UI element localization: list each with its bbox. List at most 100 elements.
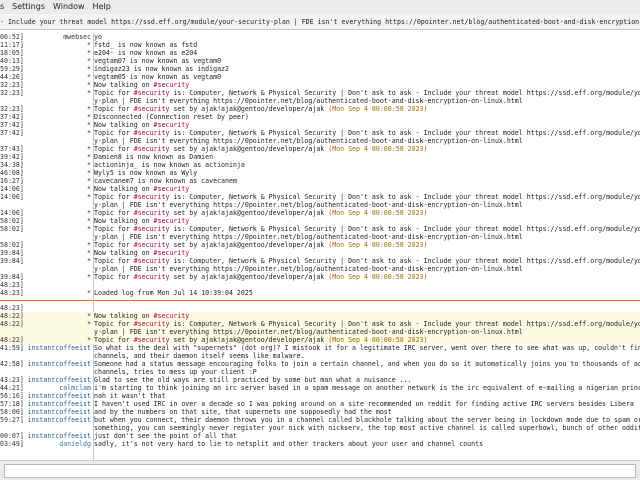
- nick-label[interactable]: calmclam: [25, 384, 91, 392]
- message-text: channels, tries to mess up your client :…: [94, 368, 640, 376]
- nick-label[interactable]: mwebsec: [25, 33, 91, 41]
- timestamp: 40:13]: [0, 57, 23, 65]
- chat-log[interactable]: 06:52] mwebsec yo 11:17] * fstd_ is now known…: [0, 33, 640, 460]
- menu-item-window[interactable]: Window: [49, 0, 89, 14]
- message-text-part: set by ajak!ajak@gentoo/developer/ajak: [169, 145, 329, 153]
- message-text: channels, and their daemon itself seems …: [94, 352, 640, 360]
- message-text: y-plan | FDE isn't everything https://0p…: [94, 201, 640, 209]
- system-marker: *: [87, 209, 91, 217]
- timestamp: 41:59]: [0, 344, 23, 352]
- chat-line: 39:84] * Topic for #security is: Computer,…: [0, 257, 640, 265]
- message-text-part: y-plan | FDE isn't everything https://0p…: [94, 265, 523, 273]
- nick-label[interactable]: instantcoffeeist: [25, 400, 91, 408]
- chat-line: y-plan | FDE isn't everything https://0p…: [0, 137, 640, 145]
- chat-line: 57:18] instantcoffeeist I haven't used IRC…: [0, 400, 640, 408]
- channel-name: #security: [133, 336, 170, 344]
- timestamp: 37:43]: [0, 145, 23, 153]
- message-input[interactable]: [4, 464, 636, 478]
- nick-label[interactable]: instantcoffeeist: [25, 376, 91, 384]
- message-text: Glad to see the old ways are still pract…: [94, 376, 640, 384]
- channel-name: #security: [153, 312, 190, 320]
- message-text-part: fstd_ is now known as fstd: [94, 41, 198, 49]
- message-text-part: Loaded log from Mon Jul 14 10:39:04 2025: [94, 289, 253, 297]
- chat-line: channels, tries to mess up your client :…: [0, 368, 640, 376]
- message-text: vegtam07 is now known as vegtam0: [94, 57, 640, 65]
- channel-name: #security: [133, 145, 170, 153]
- message-text-part: y-plan | FDE isn't everything https://0p…: [94, 137, 523, 145]
- menu-item-help[interactable]: Help: [89, 0, 115, 14]
- message-text-part: is: Computer, Network & Physical Securit…: [169, 225, 640, 233]
- message-text-part: is: Computer, Network & Physical Securit…: [169, 320, 640, 328]
- nick-label[interactable]: instantcoffeeist: [25, 432, 91, 440]
- channel-name: #security: [133, 273, 170, 281]
- message-text-part: Topic for: [94, 193, 134, 201]
- timestamp: 14:06]: [0, 185, 23, 193]
- message-text: Topic for #security set by ajak!ajak@gen…: [94, 241, 640, 249]
- message-text: Topic for #security set by ajak!ajak@gen…: [94, 145, 640, 153]
- timestamp: 32:23]: [0, 81, 23, 89]
- channel-name: #security: [133, 193, 170, 201]
- timestamp: 03:49]: [0, 440, 23, 448]
- menu-item-partial[interactable]: s: [0, 0, 8, 14]
- message-text-part: set by ajak!ajak@gentoo/developer/ajak: [169, 336, 329, 344]
- nick-label[interactable]: instantcoffeeist: [25, 416, 91, 424]
- message-text-part: Someone had a status message encouraging…: [94, 360, 640, 368]
- menu-item-settings[interactable]: Settings: [8, 0, 49, 14]
- message-text-part: is: Computer, Network & Physical Securit…: [169, 89, 640, 97]
- nick-label[interactable]: instantcoffeeist: [25, 408, 91, 416]
- message-text: Topic for #security set by ajak!ajak@gen…: [94, 105, 640, 113]
- system-marker: *: [87, 320, 91, 328]
- nick-label[interactable]: danieldg: [25, 440, 91, 448]
- message-text-part: Topic for: [94, 105, 134, 113]
- message-text: Topic for #security is: Computer, Networ…: [94, 193, 640, 201]
- timestamp: 42:58]: [0, 360, 23, 368]
- message-text-part: Now talking on: [94, 185, 154, 193]
- message-text-part: vegtam05 is now known as vegtam0: [94, 73, 222, 81]
- chat-line: 16:27] * cavecanem7 is now known as caveca…: [0, 177, 640, 185]
- system-marker: *: [87, 145, 91, 153]
- message-text-part: set by ajak!ajak@gentoo/developer/ajak: [169, 273, 329, 281]
- message-text: y-plan | FDE isn't everything https://0p…: [94, 265, 640, 273]
- chat-line: 14:06] * Topic for #security is: Computer,…: [0, 193, 640, 201]
- message-text-part: just don't see the point of all that: [94, 432, 237, 440]
- message-text-part: channels, tries to mess up your client :…: [94, 368, 257, 376]
- message-text-part: i'm starting to think joining an irc ser…: [94, 384, 640, 392]
- nick-label[interactable]: instantcoffeeist: [25, 360, 91, 368]
- message-text-part: cavecanem7 is now known as cavecanem: [94, 177, 237, 185]
- chat-line: 58:02] * Topic for #security is: Computer,…: [0, 225, 640, 233]
- channel-topic-bar[interactable]: - Include your threat model https://ssd.…: [0, 14, 640, 30]
- message-text-part: sadly, it's not very hard to lie to nets…: [94, 440, 484, 448]
- timestamp: 48:23]: [0, 281, 23, 289]
- channel-name: #security: [133, 89, 170, 97]
- message-text: vegtam05 is now known as vegtam0: [94, 73, 640, 81]
- timestamp: 00:07]: [0, 432, 23, 440]
- system-marker: *: [87, 41, 91, 49]
- system-marker: *: [87, 177, 91, 185]
- system-marker: *: [87, 289, 91, 297]
- chat-line: channels, and their daemon itself seems …: [0, 352, 640, 360]
- message-text-part: Now talking on: [94, 121, 154, 129]
- message-text: something, you can seemingly never regis…: [94, 424, 640, 432]
- message-text: So what is the deal with "supernets" (do…: [94, 344, 640, 352]
- message-text-part: e204- is now known as e204: [94, 49, 198, 57]
- nick-label[interactable]: instantcoffeeist: [25, 392, 91, 400]
- system-marker: *: [87, 225, 91, 233]
- chat-line: 58:02] * Topic for #security set by ajak!a…: [0, 241, 640, 249]
- channel-name: #security: [153, 249, 190, 257]
- chat-line: 34:38] * actioninja_ is now known as actio…: [0, 161, 640, 169]
- message-text-part: actioninja_ is now known as actioninja: [94, 161, 245, 169]
- timestamp: 48:23]: [0, 304, 23, 312]
- message-text: Damien8 is now known as Damien: [94, 153, 640, 161]
- timestamp: 59:29]: [0, 65, 23, 73]
- chat-line: 32:23] * Now talking on #security: [0, 81, 640, 89]
- chat-line: y-plan | FDE isn't everything https://0p…: [0, 328, 640, 336]
- chat-line: 48:23]: [0, 281, 640, 289]
- message-text-part: channels, and their daemon itself seems …: [94, 352, 305, 360]
- system-marker: *: [87, 81, 91, 89]
- channel-name: #security: [133, 129, 170, 137]
- message-text: Disconnected (Connection reset by peer): [94, 113, 640, 121]
- timestamp: 32:23]: [0, 105, 23, 113]
- nick-label[interactable]: instantcoffeeist: [25, 344, 91, 352]
- system-marker: *: [87, 312, 91, 320]
- message-text: Topic for #security set by ajak!ajak@gen…: [94, 336, 640, 344]
